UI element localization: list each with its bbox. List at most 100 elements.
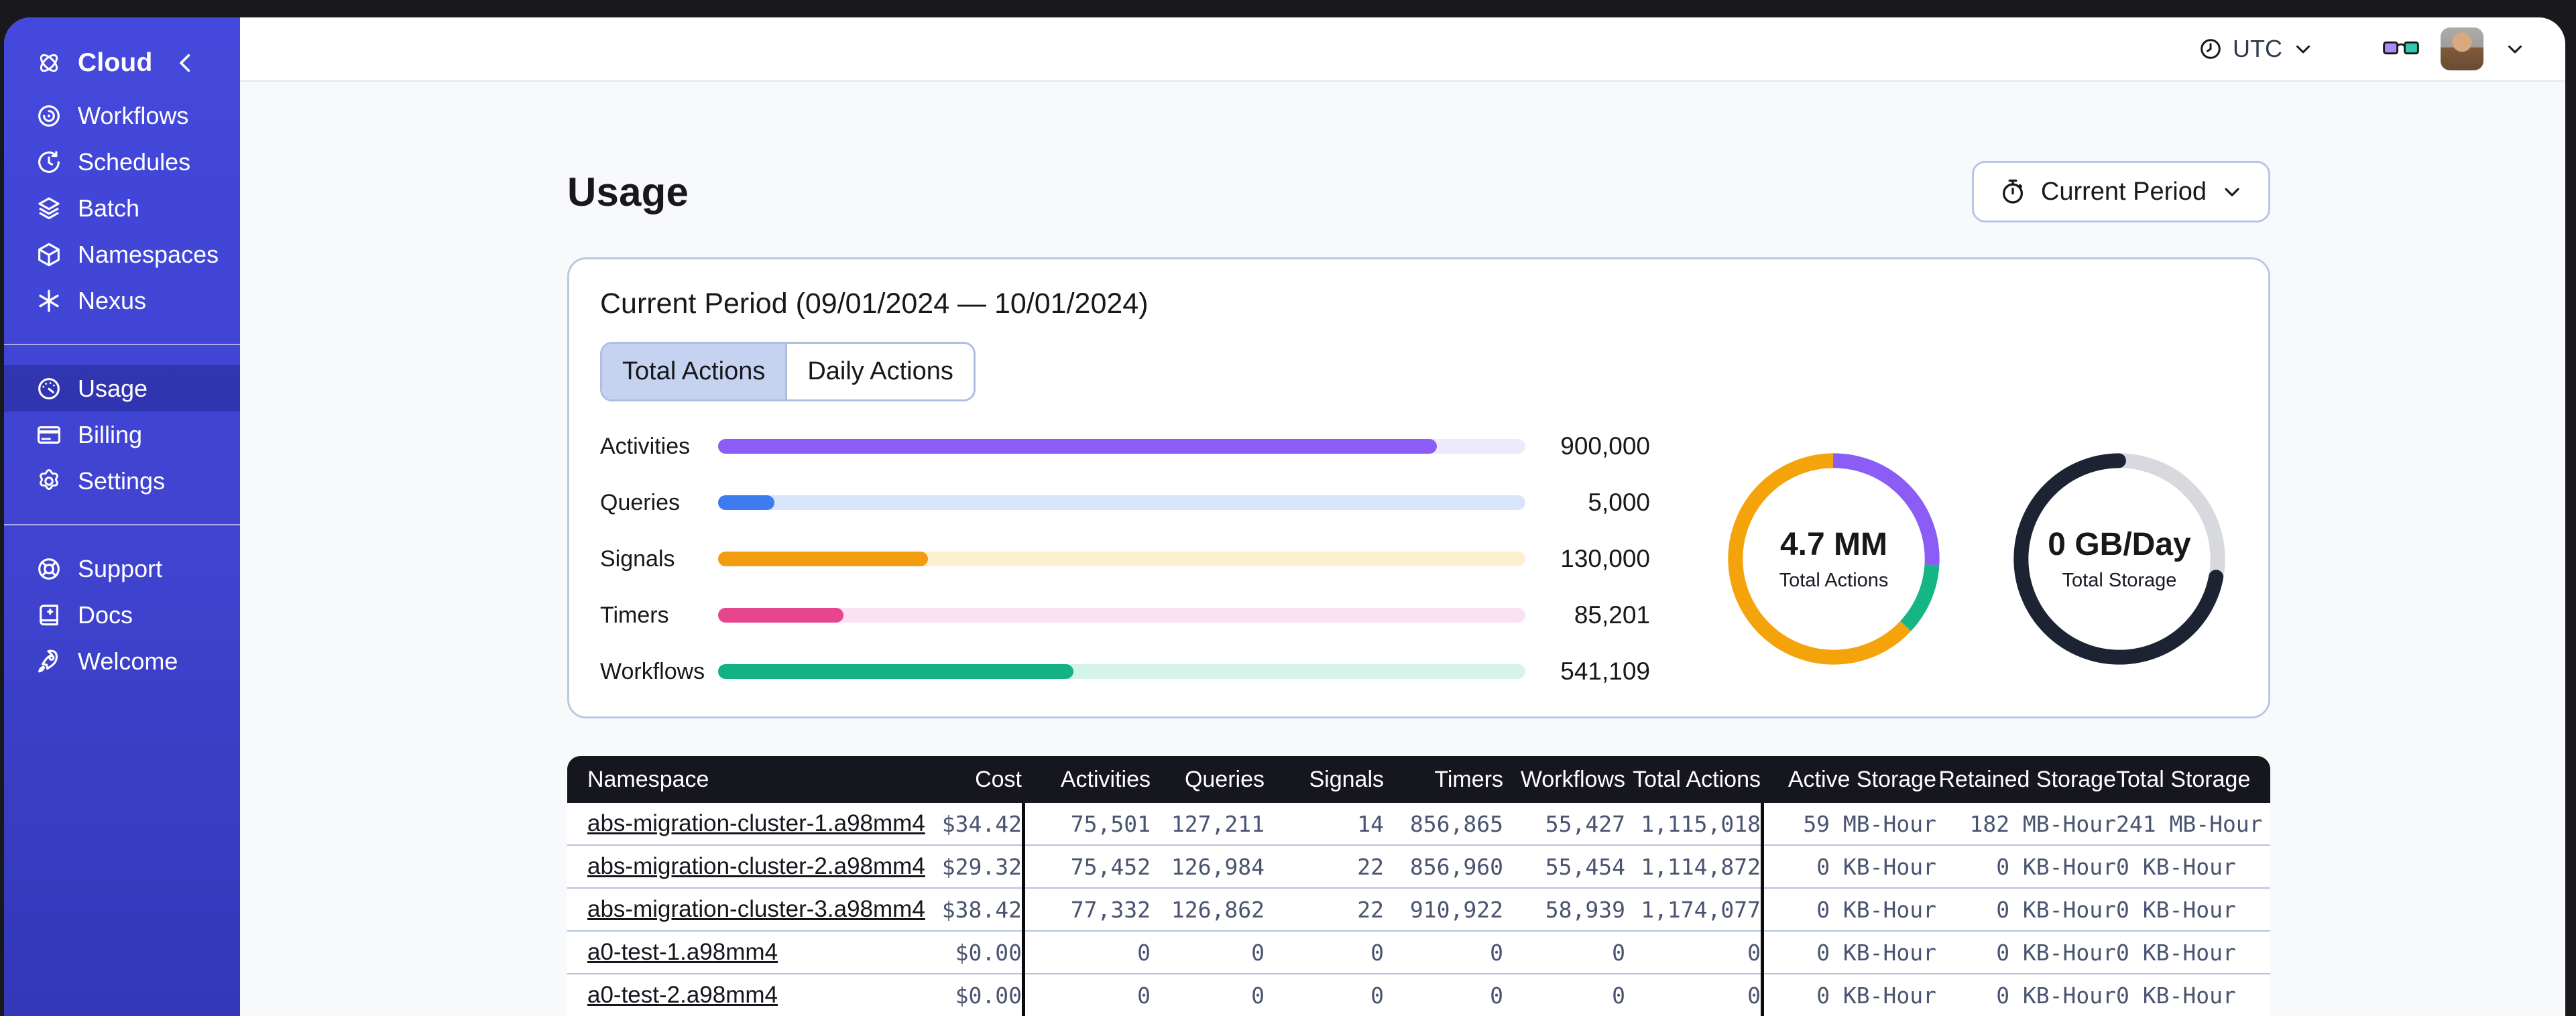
welcome-icon xyxy=(35,647,63,676)
sidebar-item-batch[interactable]: Batch xyxy=(4,185,240,231)
sidebar-item-billing[interactable]: Billing xyxy=(4,411,240,458)
bar-track xyxy=(718,495,1525,510)
value-cell: 0 xyxy=(1370,982,1384,1009)
sidebar-item-support[interactable]: Support xyxy=(4,546,240,592)
user-avatar[interactable] xyxy=(2441,27,2483,70)
usage-charts: Activities 900,000 Queries 5,000 Signals 130,… xyxy=(600,432,2237,686)
donut-value: 4.7 MM xyxy=(1779,527,1888,562)
sidebar-item-label: Settings xyxy=(78,466,166,495)
bar-fill xyxy=(718,664,1073,679)
namespace-cell[interactable]: a0-test-2.a98mm4 xyxy=(587,982,901,1009)
bar-fill xyxy=(718,439,1437,454)
value-cell: 75,452 xyxy=(1070,853,1151,880)
value-cell: $0.00 xyxy=(955,982,1022,1009)
value-cell: 126,984 xyxy=(1171,853,1265,880)
usage-donuts: 4.7 MM Total Actions 0 GB/Day Total Storag… xyxy=(1716,441,2237,677)
sidebar-item-nexus[interactable]: Nexus xyxy=(4,277,240,324)
table-row: abs-migration-cluster-1.a98mm4 $34.42 75,5… xyxy=(567,803,2270,846)
column-header: Signals xyxy=(1309,766,1384,792)
page-title: Usage xyxy=(567,169,689,214)
namespace-link[interactable]: a0-test-1.a98mm4 xyxy=(587,939,778,965)
sidebar-item-namespaces[interactable]: Namespaces xyxy=(4,231,240,277)
value-cell: 0 xyxy=(1490,939,1503,966)
temporal-logo-icon xyxy=(35,49,63,77)
docs-icon xyxy=(35,601,63,629)
bar-fill xyxy=(718,495,775,510)
value-cell: 0 KB-Hour xyxy=(1996,982,2116,1009)
bar-row-queries: Queries 5,000 xyxy=(600,489,1650,517)
namespaces-icon xyxy=(35,241,63,269)
value-cell: 22 xyxy=(1357,853,1384,880)
period-select-button[interactable]: Current Period xyxy=(1971,161,2270,223)
namespace-link[interactable]: abs-migration-cluster-1.a98mm4 xyxy=(587,810,925,836)
bar-track xyxy=(718,439,1525,454)
value-cell: 0 xyxy=(1251,939,1265,966)
value-cell: 0 KB-Hour xyxy=(1996,939,2116,966)
value-cell: 55,454 xyxy=(1545,853,1625,880)
sidebar-item-settings[interactable]: Settings xyxy=(4,458,240,504)
sidebar-item-label: Docs xyxy=(78,600,133,629)
value-cell: 856,960 xyxy=(1409,853,1503,880)
donut-value: 0 GB/Day xyxy=(2048,527,2191,562)
sidebar-item-welcome[interactable]: Welcome xyxy=(4,638,240,684)
namespace-link[interactable]: a0-test-2.a98mm4 xyxy=(587,982,778,1008)
donut-label: Total Storage xyxy=(2062,570,2177,591)
value-cell: $29.32 xyxy=(941,853,1022,880)
value-cell: 182 MB-Hour xyxy=(1969,810,2116,837)
bar-row-workflows: Workflows 541,109 xyxy=(600,657,1650,686)
sidebar-item-workflows[interactable]: Workflows xyxy=(4,92,240,139)
stopwatch-icon xyxy=(1998,177,2028,206)
topbar: UTC xyxy=(240,17,2565,82)
sidebar-item-label: Schedules xyxy=(78,147,191,176)
namespace-link[interactable]: abs-migration-cluster-2.a98mm4 xyxy=(587,853,925,879)
sidebar-nav: Workflows Schedules Batch Namespaces Nexus Us… xyxy=(4,88,240,688)
actions-tabs: Total Actions Daily Actions xyxy=(600,342,976,401)
value-cell: 241 MB-Hour xyxy=(2116,810,2263,837)
column-header: Queries xyxy=(1184,766,1265,792)
timezone-selector[interactable]: UTC xyxy=(2198,35,2315,63)
bar-track xyxy=(718,664,1525,679)
donut-label: Total Actions xyxy=(1779,570,1889,591)
clock-icon xyxy=(2198,36,2223,62)
workflows-icon xyxy=(35,102,63,130)
sidebar-collapse-icon[interactable] xyxy=(172,49,200,77)
namespace-cell[interactable]: abs-migration-cluster-2.a98mm4 xyxy=(587,853,925,880)
total-storage-donut: 0 GB/Day Total Storage xyxy=(2001,441,2237,677)
namespace-cell[interactable]: a0-test-1.a98mm4 xyxy=(587,939,901,966)
value-cell: 55,427 xyxy=(1545,810,1625,837)
value-cell: 0 xyxy=(1612,939,1625,966)
bar-value: 900,000 xyxy=(1560,432,1650,460)
table-row: a0-test-2.a98mm4 $0.00 0 0 0 0 0 0 0 KB-Hour 0 KB… xyxy=(567,974,2270,1016)
column-header: Total Actions xyxy=(1633,766,1761,792)
account-chevron-down-icon[interactable] xyxy=(2504,38,2526,60)
value-cell: 22 xyxy=(1357,896,1384,923)
labs-glasses-icon[interactable] xyxy=(2382,38,2420,60)
bar-label: Activities xyxy=(600,433,691,459)
value-cell: 856,865 xyxy=(1409,810,1503,837)
settings-icon xyxy=(35,467,63,495)
namespace-cell[interactable]: abs-migration-cluster-1.a98mm4 xyxy=(587,810,925,837)
value-cell: 0 KB-Hour xyxy=(1816,853,1936,880)
tab-daily-actions[interactable]: Daily Actions xyxy=(785,344,974,399)
namespace-link[interactable]: abs-migration-cluster-3.a98mm4 xyxy=(587,896,925,922)
main-content: Usage Current Period Current Period (09/… xyxy=(240,82,2565,1016)
column-header: Timers xyxy=(1434,766,1503,792)
brand-row[interactable]: Cloud xyxy=(4,38,240,88)
tab-total-actions[interactable]: Total Actions xyxy=(602,344,786,399)
bar-fill xyxy=(718,552,929,566)
namespace-cell[interactable]: abs-migration-cluster-3.a98mm4 xyxy=(587,896,925,923)
table-header-row: Namespace Cost Activities Queries Signals Tim… xyxy=(567,756,2270,803)
schedules-icon xyxy=(35,148,63,176)
sidebar-item-usage[interactable]: Usage xyxy=(4,365,240,411)
sidebar-item-label: Welcome xyxy=(78,647,178,675)
value-cell: 0 xyxy=(1747,982,1761,1009)
sidebar-divider xyxy=(4,524,240,525)
column-header: Active Storage xyxy=(1788,766,1936,792)
sidebar-item-label: Workflows xyxy=(78,101,189,129)
sidebar-item-schedules[interactable]: Schedules xyxy=(4,139,240,185)
sidebar-item-docs[interactable]: Docs xyxy=(4,592,240,638)
value-cell: 0 KB-Hour xyxy=(1816,896,1936,923)
bar-row-signals: Signals 130,000 xyxy=(600,545,1650,573)
column-header: Activities xyxy=(1060,766,1151,792)
bar-label: Workflows xyxy=(600,658,705,684)
